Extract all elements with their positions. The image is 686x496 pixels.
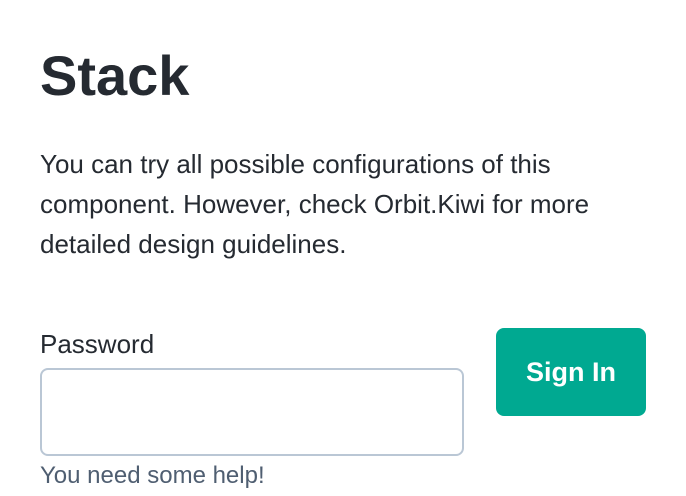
password-label: Password	[40, 329, 155, 359]
password-help-text: You need some help!	[40, 462, 265, 489]
page-title: Stack	[40, 44, 190, 107]
sign-in-button[interactable]: Sign In	[496, 328, 646, 416]
password-input[interactable]	[40, 368, 464, 456]
page-description: You can try all possible configurations …	[40, 149, 590, 259]
